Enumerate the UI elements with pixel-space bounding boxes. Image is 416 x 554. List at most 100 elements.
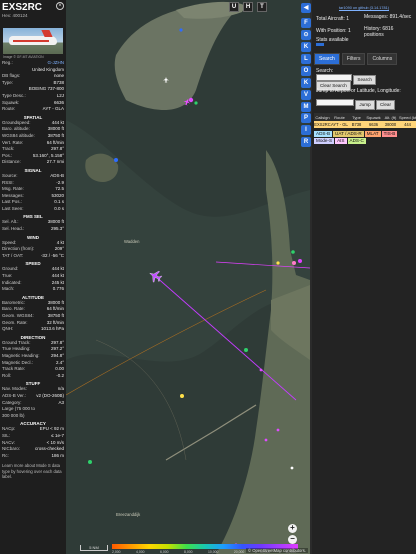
zoom-out-button[interactable]: − xyxy=(288,535,297,544)
info-label: Last Pos.: xyxy=(2,199,23,205)
ship-marker[interactable] xyxy=(290,466,294,470)
info-label: Indicated: xyxy=(2,279,22,285)
column-header[interactable]: Callsign xyxy=(314,115,331,120)
ship-marker[interactable] xyxy=(244,348,248,352)
ship-marker[interactable] xyxy=(276,261,280,265)
info-row: True: 444 kt xyxy=(0,273,66,280)
legend-tick: 20,000 xyxy=(233,550,245,554)
ship-marker[interactable] xyxy=(88,460,92,464)
tab-columns[interactable]: Columns xyxy=(367,53,398,65)
info-label: Last Seen: xyxy=(2,205,24,211)
info-label: Route: xyxy=(2,106,16,112)
table-row[interactable]: EXS2RCAYT - GLAB738 6636 38000 444 xyxy=(314,121,416,128)
column-header[interactable]: Alt. (ft) xyxy=(382,115,399,120)
search-button[interactable]: Search xyxy=(353,75,376,85)
legend-tick: 8,000 xyxy=(184,550,193,554)
info-row: Mach: 0.776 xyxy=(0,286,66,293)
ship-marker[interactable] xyxy=(188,97,194,103)
info-row: United Kingdom xyxy=(0,67,66,74)
info-label: Track Rate: xyxy=(2,366,26,372)
info-row: 300 000 lb) xyxy=(0,413,66,420)
tool-button[interactable]: L xyxy=(301,54,311,64)
scale-bar: 5 NM xyxy=(80,545,108,551)
info-value: 444 kt xyxy=(51,266,64,272)
info-value: 444 kt xyxy=(51,119,64,125)
info-label: Direction (from): xyxy=(2,246,35,252)
table-cell: EXS2RC xyxy=(314,122,331,127)
jump-button[interactable]: Jump xyxy=(355,100,375,110)
info-value: EPU < 92 m xyxy=(39,426,64,432)
info-value: United Kingdom xyxy=(31,66,64,72)
ship-marker[interactable] xyxy=(179,28,183,32)
info-row: RSSI: -2.9 xyxy=(0,180,66,187)
table-header[interactable]: Callsign Route Type Squawk Alt. (ft) Speed (k… xyxy=(314,113,416,121)
info-label: Category: xyxy=(2,399,22,405)
tool-button[interactable]: K xyxy=(301,42,311,52)
ship-marker[interactable] xyxy=(114,158,118,162)
info-label: NICbaro: xyxy=(2,446,21,452)
jump-label: Jump to Airport or Latitude, Longitude: xyxy=(316,88,401,94)
ship-marker[interactable] xyxy=(292,261,296,265)
tool-button[interactable]: R xyxy=(301,137,311,147)
stats-link[interactable]: Stats available xyxy=(316,37,376,43)
map-button-u[interactable]: U xyxy=(229,2,239,12)
ship-marker[interactable] xyxy=(276,428,280,432)
source-chip: AIS xyxy=(335,138,347,144)
map-attribution[interactable]: © OpenStreetMap contributors. xyxy=(245,548,308,553)
info-label: Groundspeed: xyxy=(2,119,31,125)
info-value: ADS-B xyxy=(50,172,64,178)
registration-link[interactable]: G-JZHN xyxy=(48,60,65,67)
info-row: Source: ADS-B xyxy=(0,173,66,180)
info-label: Ground: xyxy=(2,266,19,272)
ship-marker[interactable] xyxy=(194,101,198,105)
info-value: L2J xyxy=(56,92,64,98)
ship-marker[interactable] xyxy=(291,250,295,254)
clear-button[interactable]: Clear xyxy=(376,100,395,110)
column-header[interactable]: Speed (kt) xyxy=(399,115,416,120)
column-header[interactable]: Type xyxy=(348,115,365,120)
info-label: Rc: xyxy=(2,452,9,458)
info-row: Track Rate: 0.00 xyxy=(0,366,66,373)
info-row: Geom. Rate: 32 ft/min xyxy=(0,320,66,327)
info-row: QNH: 1013.6 hPa xyxy=(0,326,66,333)
info-label: Barometric: xyxy=(2,299,26,305)
tool-button[interactable]: M xyxy=(301,102,311,112)
info-value: 64 ft/min xyxy=(46,306,64,312)
ship-marker[interactable] xyxy=(259,368,263,372)
tool-button[interactable]: P xyxy=(301,113,311,123)
table-cell: AYT - GLA xyxy=(331,122,348,127)
with-position: With Position: 1 xyxy=(316,28,351,34)
map-button-t[interactable]: T xyxy=(257,2,267,12)
tab-search[interactable]: Search xyxy=(314,53,340,65)
info-label: NACv: xyxy=(2,439,16,445)
collapse-panel-button[interactable]: ◀ xyxy=(301,3,311,13)
column-header[interactable]: Squawk xyxy=(365,115,382,120)
search-input[interactable] xyxy=(316,74,352,81)
info-value: 0.0 s xyxy=(54,205,64,211)
info-label: NACp: xyxy=(2,426,16,432)
close-icon[interactable]: × xyxy=(56,2,64,10)
tool-button[interactable]: ⊙ xyxy=(301,30,311,40)
info-value: B738 xyxy=(53,79,64,85)
tab-filters[interactable]: Filters xyxy=(341,53,366,65)
tool-button[interactable]: K xyxy=(301,78,311,88)
stats-indicator xyxy=(316,43,324,46)
ship-marker[interactable] xyxy=(180,394,184,398)
info-label: TAT / OAT: xyxy=(2,252,24,258)
info-row: Track: 297.8° xyxy=(0,146,66,153)
map-button-h[interactable]: H xyxy=(243,2,253,12)
tool-button[interactable]: V xyxy=(301,90,311,100)
column-header[interactable]: Route xyxy=(331,115,348,120)
source-chip: Mode-S xyxy=(314,138,335,144)
aircraft-photo[interactable] xyxy=(3,28,63,54)
tool-button[interactable]: O xyxy=(301,66,311,76)
info-value: 53.160°, 5.158° xyxy=(32,152,64,158)
ship-marker[interactable] xyxy=(264,438,268,442)
zoom-in-button[interactable]: + xyxy=(288,524,297,533)
version-link[interactable]: tar1090 on github (3.14.1781) xyxy=(312,0,416,10)
tool-button[interactable]: F xyxy=(301,18,311,28)
tool-button[interactable]: I xyxy=(301,125,311,135)
map-view[interactable]: Wadden Breezanddijk U H T + − 5 NM 2,000… xyxy=(66,0,310,554)
legend-tick: 2,000 xyxy=(112,550,121,554)
jump-input[interactable] xyxy=(316,99,354,106)
